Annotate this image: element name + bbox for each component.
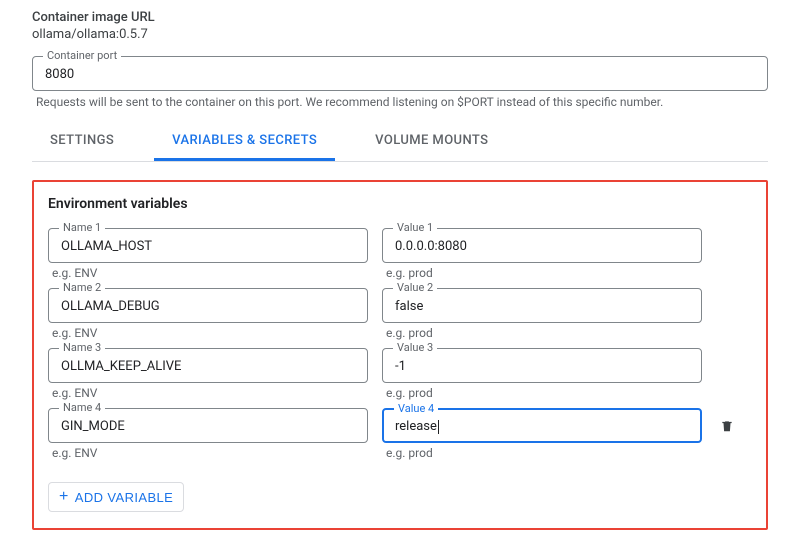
container-port-value[interactable]: 8080 bbox=[45, 67, 755, 82]
env-value-label: Value 2 bbox=[393, 281, 437, 294]
add-variable-button[interactable]: + ADD VARIABLE bbox=[48, 482, 184, 512]
container-port-helper: Requests will be sent to the container o… bbox=[36, 95, 768, 109]
env-value-hint: e.g. prod bbox=[386, 326, 702, 340]
tab-volume-mounts[interactable]: VOLUME MOUNTS bbox=[357, 123, 506, 161]
container-port-field[interactable]: Container port 8080 bbox=[32, 56, 768, 91]
env-name-label: Name 4 bbox=[59, 401, 105, 414]
env-name-hint: e.g. ENV bbox=[52, 266, 368, 280]
container-image-url-label: Container image URL bbox=[32, 10, 768, 25]
env-name-value[interactable]: OLLAMA_DEBUG bbox=[61, 299, 355, 314]
tab-settings[interactable]: SETTINGS bbox=[32, 123, 132, 161]
container-port-label: Container port bbox=[43, 49, 121, 62]
env-name-value[interactable]: OLLAMA_HOST bbox=[61, 239, 355, 254]
plus-icon: + bbox=[59, 489, 69, 505]
env-name-value[interactable]: OLLMA_KEEP_ALIVE bbox=[61, 359, 355, 374]
env-value-value[interactable]: false bbox=[395, 299, 689, 314]
env-value-field-4[interactable]: Value 4 release bbox=[382, 408, 702, 443]
env-value-field-3[interactable]: Value 3 -1 bbox=[382, 348, 702, 383]
env-name-value[interactable]: GIN_MODE bbox=[61, 419, 355, 434]
config-tabs: SETTINGS VARIABLES & SECRETS VOLUME MOUN… bbox=[32, 123, 768, 162]
env-name-field-4[interactable]: Name 4 GIN_MODE bbox=[48, 408, 368, 443]
env-name-label: Name 1 bbox=[59, 221, 105, 234]
env-value-field-2[interactable]: Value 2 false bbox=[382, 288, 702, 323]
trash-icon[interactable] bbox=[720, 418, 734, 438]
text-cursor bbox=[438, 420, 439, 434]
container-image-url-value: ollama/ollama:0.5.7 bbox=[32, 27, 768, 42]
env-value-hint: e.g. prod bbox=[386, 386, 702, 400]
env-var-row: Name 4 GIN_MODE e.g. ENV Value 4 release… bbox=[48, 408, 752, 466]
env-var-row: Name 1 OLLAMA_HOST e.g. ENV Value 1 0.0.… bbox=[48, 228, 752, 286]
env-value-value[interactable]: -1 bbox=[395, 359, 689, 374]
environment-variables-section: Environment variables Name 1 OLLAMA_HOST… bbox=[32, 180, 768, 530]
env-name-label: Name 3 bbox=[59, 341, 105, 354]
env-name-field-3[interactable]: Name 3 OLLMA_KEEP_ALIVE bbox=[48, 348, 368, 383]
env-value-hint: e.g. prod bbox=[386, 266, 702, 280]
env-name-label: Name 2 bbox=[59, 281, 105, 294]
add-variable-label: ADD VARIABLE bbox=[75, 490, 173, 505]
env-var-row: Name 2 OLLAMA_DEBUG e.g. ENV Value 2 fal… bbox=[48, 288, 752, 346]
env-value-label: Value 1 bbox=[393, 221, 437, 234]
env-var-row: Name 3 OLLMA_KEEP_ALIVE e.g. ENV Value 3… bbox=[48, 348, 752, 406]
env-value-label: Value 3 bbox=[393, 341, 437, 354]
env-value-hint: e.g. prod bbox=[386, 446, 702, 460]
env-name-hint: e.g. ENV bbox=[52, 326, 368, 340]
env-value-value[interactable]: release bbox=[395, 419, 689, 434]
env-name-hint: e.g. ENV bbox=[52, 386, 368, 400]
tab-variables-secrets[interactable]: VARIABLES & SECRETS bbox=[154, 123, 335, 161]
env-name-hint: e.g. ENV bbox=[52, 446, 368, 460]
env-value-field-1[interactable]: Value 1 0.0.0.0:8080 bbox=[382, 228, 702, 263]
env-name-field-1[interactable]: Name 1 OLLAMA_HOST bbox=[48, 228, 368, 263]
env-value-label: Value 4 bbox=[394, 402, 438, 415]
environment-variables-title: Environment variables bbox=[48, 196, 752, 212]
env-name-field-2[interactable]: Name 2 OLLAMA_DEBUG bbox=[48, 288, 368, 323]
env-value-value[interactable]: 0.0.0.0:8080 bbox=[395, 239, 689, 254]
